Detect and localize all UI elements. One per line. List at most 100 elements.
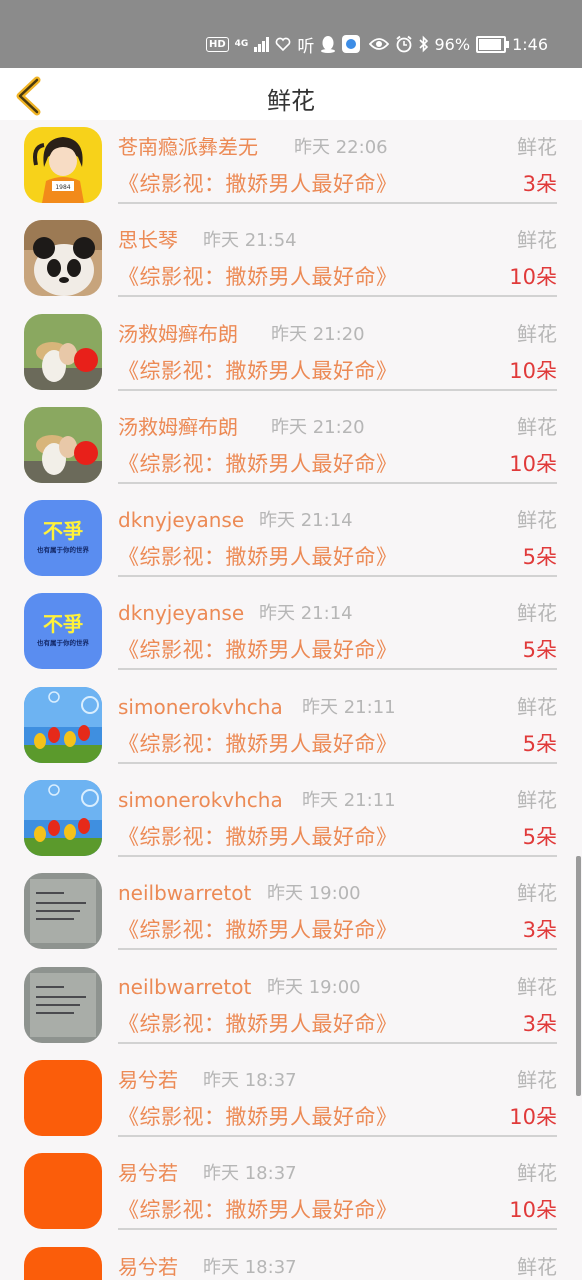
sender-name[interactable]: 汤救姆癣布朗 [118, 321, 238, 347]
send-time: 昨天 22:06 [294, 137, 388, 158]
avatar[interactable] [24, 1246, 102, 1280]
book-title[interactable]: 《综影视：撒娇男人最好命》 [118, 1196, 398, 1224]
browser-app-icon [342, 35, 361, 53]
sender-name[interactable]: 易兮若 [118, 1254, 178, 1280]
scrollbar-thumb[interactable] [576, 856, 581, 1096]
flower-count: 10朵 [509, 265, 557, 290]
avatar[interactable] [24, 1059, 102, 1136]
avatar[interactable]: 1984 [24, 127, 102, 203]
book-title[interactable]: 《综影视：撒娇男人最好命》 [118, 636, 398, 664]
avatar[interactable] [24, 686, 102, 763]
book-title[interactable]: 《综影视：撒娇男人最好命》 [118, 916, 398, 944]
flower-count: 5朵 [522, 638, 557, 663]
gift-type: 鲜花 [517, 601, 557, 626]
book-title[interactable]: 《综影视：撒娇男人最好命》 [118, 170, 398, 198]
sender-name[interactable]: dknyjeyanse [118, 600, 244, 626]
book-title[interactable]: 《综影视：撒娇男人最好命》 [118, 263, 398, 291]
sender-name[interactable]: simonerokvhcha [118, 694, 283, 720]
book-title[interactable]: 《综影视：撒娇男人最好命》 [118, 543, 398, 571]
divider [118, 481, 557, 484]
flower-count: 10朵 [509, 1104, 557, 1129]
divider [118, 388, 557, 391]
list-item[interactable]: 不爭 也有属于你的世界 dknyjeyanse 昨天 21:14 鲜花 《综影视… [0, 586, 582, 679]
sender-name[interactable]: 思长琴 [118, 227, 178, 253]
gift-type: 鲜花 [517, 414, 557, 439]
divider [118, 1041, 557, 1044]
avatar[interactable] [24, 873, 102, 950]
book-title[interactable]: 《综影视：撒娇男人最好命》 [118, 1010, 398, 1038]
gift-type: 鲜花 [517, 881, 557, 906]
flower-count: 10朵 [509, 358, 557, 383]
divider [118, 295, 557, 298]
divider [118, 202, 557, 204]
list-item[interactable]: 易兮若 昨天 18:37 鲜花 《综影视：撒娇男人最好命》 10朵 [0, 1146, 582, 1239]
send-time: 昨天 18:37 [203, 1069, 297, 1091]
list-item[interactable]: 易兮若 昨天 18:37 鲜花 [0, 1240, 582, 1280]
list-item[interactable]: 汤救姆癣布朗 昨天 21:20 鲜花 《综影视：撒娇男人最好命》 10朵 [0, 400, 582, 493]
send-time: 昨天 21:54 [203, 230, 297, 252]
list-item[interactable]: 汤救姆癣布朗 昨天 21:20 鲜花 《综影视：撒娇男人最好命》 10朵 [0, 307, 582, 400]
send-time: 昨天 21:14 [259, 603, 353, 625]
sender-name[interactable]: simonerokvhcha [118, 787, 283, 813]
book-title[interactable]: 《综影视：撒娇男人最好命》 [118, 823, 398, 851]
sender-name[interactable]: 易兮若 [118, 1067, 178, 1093]
sender-name[interactable]: dknyjeyanse [118, 507, 244, 533]
avatar[interactable] [24, 780, 102, 857]
shirt-text: 1984 [55, 184, 70, 191]
list-item[interactable]: 1984 苍南瘾派彝差无 昨天 22:06 鲜花 《综影视：撒娇男人最好命》 3… [0, 120, 582, 213]
bluetooth-icon [418, 35, 428, 53]
flower-count: 3朵 [522, 918, 557, 943]
avatar[interactable] [24, 1153, 102, 1230]
divider [118, 855, 557, 858]
book-title[interactable]: 《综影视：撒娇男人最好命》 [118, 730, 398, 758]
flower-count: 3朵 [522, 172, 557, 196]
divider [118, 948, 557, 951]
send-time: 昨天 21:20 [271, 416, 365, 438]
gift-type: 鲜花 [517, 974, 557, 999]
clock: 1:46 [512, 34, 548, 54]
list-item[interactable]: simonerokvhcha 昨天 21:11 鲜花 《综影视：撒娇男人最好命》… [0, 680, 582, 773]
send-time: 昨天 21:14 [259, 510, 353, 532]
sender-name[interactable]: neilbwarretot [118, 880, 251, 906]
listen-icon: 听 [297, 36, 315, 57]
gift-type: 鲜花 [517, 788, 557, 813]
flower-record-list[interactable]: 1984 苍南瘾派彝差无 昨天 22:06 鲜花 《综影视：撒娇男人最好命》 3… [0, 120, 582, 1280]
avatar-subtext: 也有属于你的世界 [37, 638, 90, 647]
hd-icon: HD [206, 36, 229, 52]
gift-type: 鲜花 [517, 1067, 557, 1092]
flower-count: 10朵 [509, 1198, 557, 1223]
list-item[interactable]: 不爭 也有属于你的世界 dknyjeyanse 昨天 21:14 鲜花 《综影视… [0, 493, 582, 586]
avatar[interactable]: 不爭 也有属于你的世界 [24, 593, 102, 670]
avatar[interactable] [24, 966, 102, 1043]
status-right-icons: 96% 1:46 [368, 32, 548, 56]
list-item[interactable]: neilbwarretot 昨天 19:00 鲜花 《综影视：撒娇男人最好命》 … [0, 960, 582, 1053]
eye-icon [368, 38, 389, 50]
avatar[interactable] [24, 313, 102, 390]
send-time: 昨天 21:11 [302, 696, 396, 718]
sender-name[interactable]: neilbwarretot [118, 974, 251, 1000]
avatar-text: 不爭 [43, 612, 83, 636]
book-title[interactable]: 《综影视：撒娇男人最好命》 [118, 1103, 398, 1131]
gift-type: 鲜花 [517, 1254, 557, 1279]
book-title[interactable]: 《综影视：撒娇男人最好命》 [118, 357, 398, 385]
gift-type: 鲜花 [517, 508, 557, 533]
alarm-icon [395, 35, 412, 53]
list-item[interactable]: neilbwarretot 昨天 19:00 鲜花 《综影视：撒娇男人最好命》 … [0, 866, 582, 959]
list-item[interactable]: simonerokvhcha 昨天 21:11 鲜花 《综影视：撒娇男人最好命》… [0, 773, 582, 866]
gift-type: 鲜花 [517, 1161, 557, 1186]
sender-name[interactable]: 苍南瘾派彝差无 [118, 134, 258, 160]
gift-type: 鲜花 [517, 321, 557, 346]
avatar[interactable] [24, 220, 102, 297]
avatar[interactable] [24, 406, 102, 483]
list-item[interactable]: 思长琴 昨天 21:54 鲜花 《综影视：撒娇男人最好命》 10朵 [0, 213, 582, 306]
divider [118, 761, 557, 764]
book-title[interactable]: 《综影视：撒娇男人最好命》 [118, 450, 398, 478]
divider [118, 1134, 557, 1137]
heart-shield-icon [275, 37, 291, 52]
nav-bar: 鲜花 [0, 68, 582, 120]
list-item[interactable]: 易兮若 昨天 18:37 鲜花 《综影视：撒娇男人最好命》 10朵 [0, 1053, 582, 1146]
sender-name[interactable]: 易兮若 [118, 1160, 178, 1186]
sender-name[interactable]: 汤救姆癣布朗 [118, 414, 238, 440]
avatar[interactable]: 不爭 也有属于你的世界 [24, 500, 102, 577]
flower-count: 5朵 [522, 731, 557, 756]
